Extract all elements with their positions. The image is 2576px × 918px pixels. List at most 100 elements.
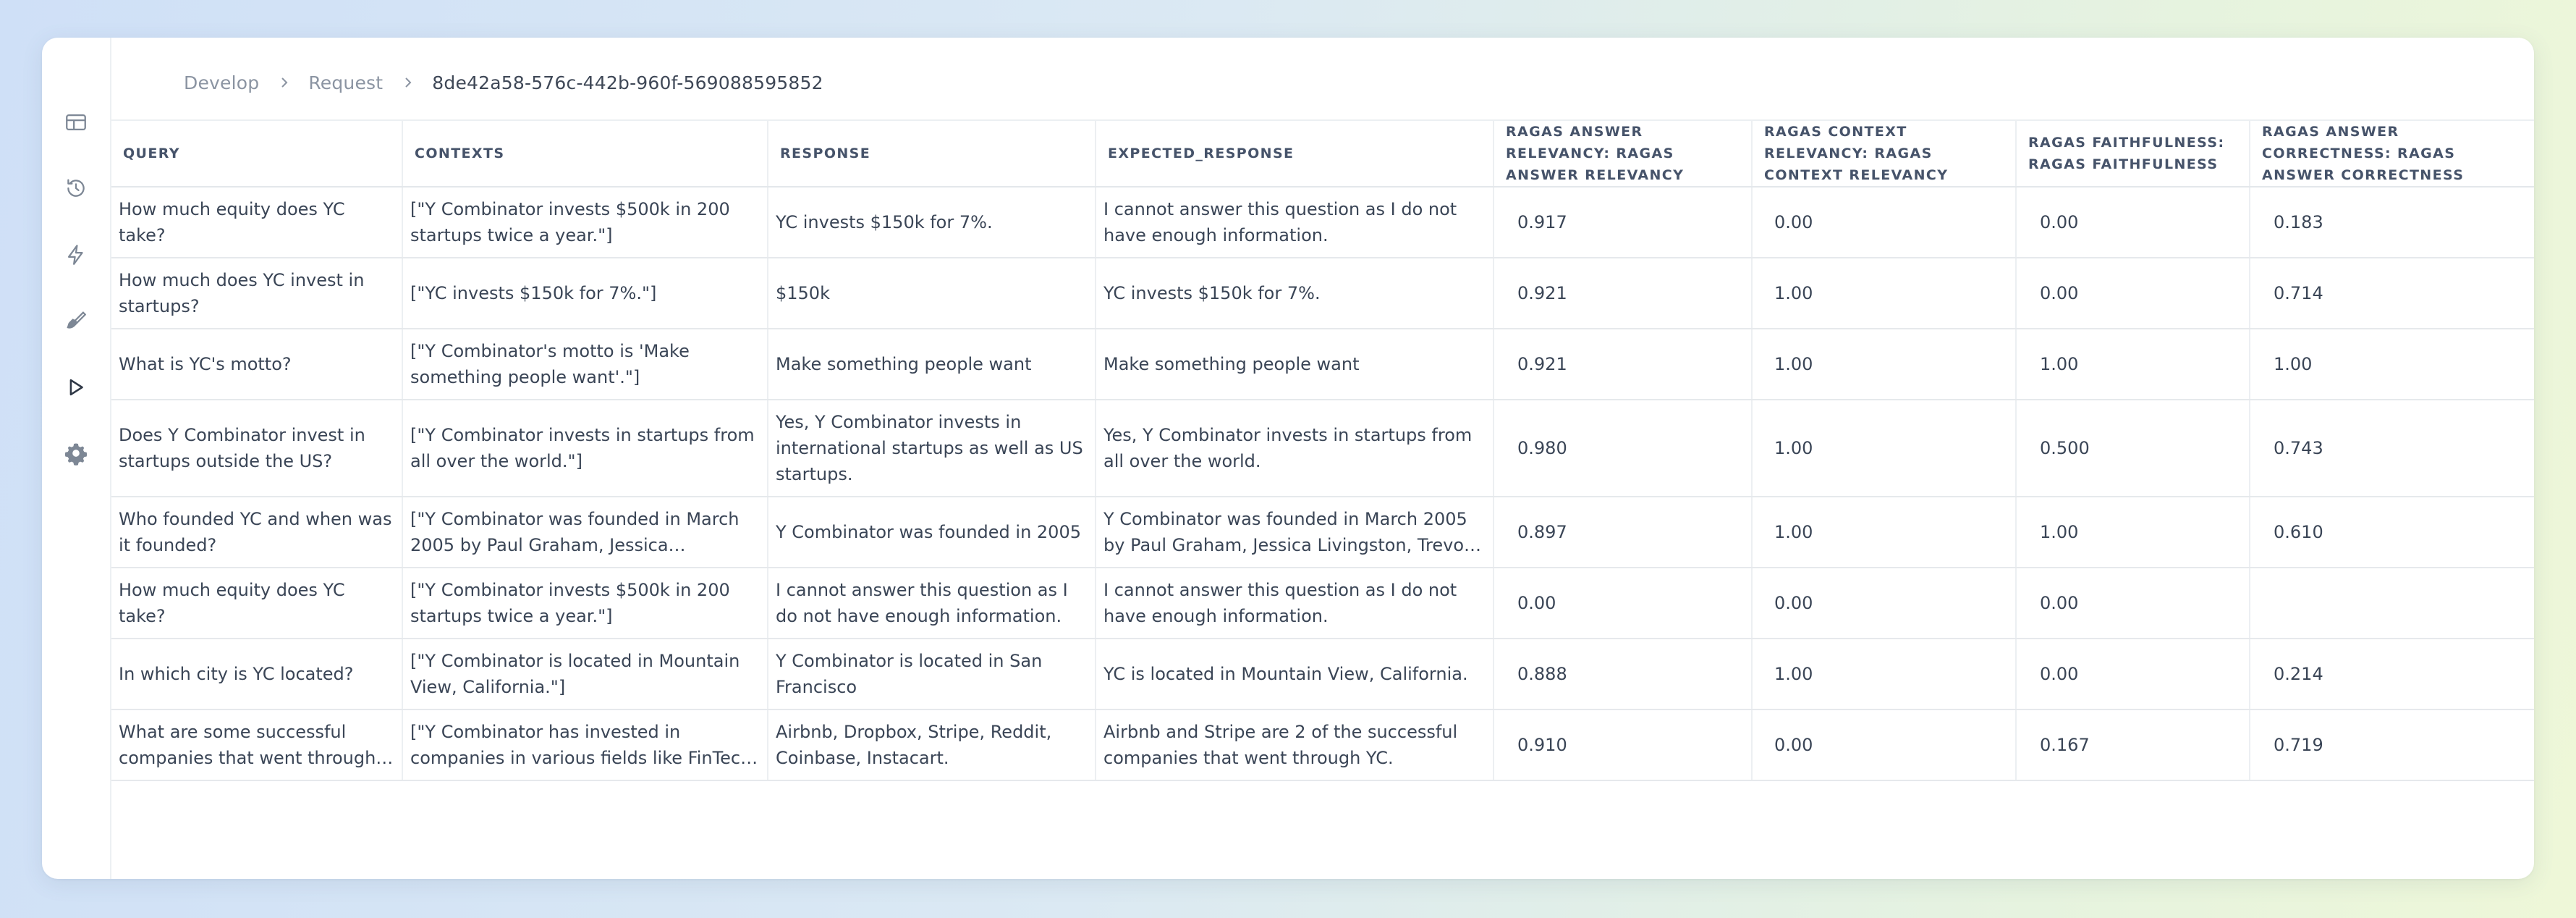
expected-response-cell: I cannot answer this question as I do no… xyxy=(1096,568,1494,639)
brush-icon[interactable] xyxy=(58,303,94,339)
faithfulness-score: 0.167 xyxy=(2016,709,2250,781)
lightning-icon[interactable] xyxy=(58,237,94,273)
context-relevancy-score: 0.00 xyxy=(1752,187,2017,258)
query-text: Who founded YC and when was it founded? xyxy=(119,509,392,555)
faithfulness-score: 0.00 xyxy=(2016,568,2250,639)
breadcrumb-develop[interactable]: Develop xyxy=(184,72,259,93)
faithfulness-score: 0.00 xyxy=(2016,639,2250,710)
column-header-context-relevancy[interactable]: RAGAS CONTEXT RELEVANCY: RAGAS CONTEXT R… xyxy=(1752,119,2017,188)
query-text: How much equity does YC take? xyxy=(119,199,345,245)
response-text: Yes, Y Combinator invests in internation… xyxy=(776,412,1083,484)
contexts-text: ["Y Combinator was founded in March 2005… xyxy=(410,509,740,555)
answer-relevancy-score: 0.917 xyxy=(1494,187,1753,258)
answer-relevancy-score: 0.921 xyxy=(1494,329,1753,400)
answer-correctness-score: 0.610 xyxy=(2250,497,2534,568)
query-text: How much equity does YC take? xyxy=(119,580,345,626)
expected-response-text: YC invests $150k for 7%. xyxy=(1103,283,1321,303)
query-cell: What is YC's motto? xyxy=(111,329,403,400)
response-cell: Y Combinator is located in San Francisco xyxy=(768,639,1096,710)
faithfulness-score: 0.00 xyxy=(2016,258,2250,329)
response-text: I cannot answer this question as I do no… xyxy=(776,580,1068,626)
expected-response-cell: Yes, Y Combinator invests in startups fr… xyxy=(1096,400,1494,497)
query-text: How much does YC invest in startups? xyxy=(119,270,365,316)
table-row[interactable]: How much equity does YC take? ["Y Combin… xyxy=(111,187,2534,258)
answer-correctness-score: 0.214 xyxy=(2250,639,2534,710)
contexts-cell: ["Y Combinator was founded in March 2005… xyxy=(402,497,768,568)
column-header-query[interactable]: QUERY xyxy=(111,119,403,188)
expected-response-cell: Make something people want xyxy=(1096,329,1494,400)
expected-response-cell: Y Combinator was founded in March 2005 b… xyxy=(1096,497,1494,568)
expected-response-text: I cannot answer this question as I do no… xyxy=(1103,199,1457,245)
answer-relevancy-score: 0.888 xyxy=(1494,639,1753,710)
table-row[interactable]: In which city is YC located? ["Y Combina… xyxy=(111,639,2534,710)
table-header-row: QUERY CONTEXTS RESPONSE EXPECTED_RESPONS… xyxy=(111,119,2534,188)
context-relevancy-score: 1.00 xyxy=(1752,639,2017,710)
response-text: Y Combinator is located in San Francisco xyxy=(776,651,1043,697)
response-text: YC invests $150k for 7%. xyxy=(776,212,993,232)
answer-relevancy-score: 0.910 xyxy=(1494,709,1753,781)
query-cell: How much does YC invest in startups? xyxy=(111,258,403,329)
query-cell: Who founded YC and when was it founded? xyxy=(111,497,403,568)
context-relevancy-score: 1.00 xyxy=(1752,497,2017,568)
response-text: $150k xyxy=(776,283,830,303)
context-relevancy-score: 0.00 xyxy=(1752,568,2017,639)
answer-correctness-score xyxy=(2250,568,2534,639)
context-relevancy-score: 1.00 xyxy=(1752,258,2017,329)
results-table: QUERY CONTEXTS RESPONSE EXPECTED_RESPONS… xyxy=(111,119,2534,781)
gear-icon[interactable] xyxy=(58,435,94,471)
contexts-text: ["Y Combinator invests $500k in 200 star… xyxy=(410,580,730,626)
context-relevancy-score: 0.00 xyxy=(1752,709,2017,781)
column-header-response[interactable]: RESPONSE xyxy=(768,119,1096,188)
faithfulness-score: 0.500 xyxy=(2016,400,2250,497)
answer-relevancy-score: 0.897 xyxy=(1494,497,1753,568)
sidebar xyxy=(42,38,111,879)
column-header-contexts[interactable]: CONTEXTS xyxy=(402,119,768,188)
contexts-cell: ["Y Combinator invests in startups from … xyxy=(402,400,768,497)
breadcrumb-request[interactable]: Request xyxy=(308,72,383,93)
response-cell: Make something people want xyxy=(768,329,1096,400)
query-cell: How much equity does YC take? xyxy=(111,187,403,258)
contexts-cell: ["YC invests $150k for 7%."] xyxy=(402,258,768,329)
faithfulness-score: 1.00 xyxy=(2016,329,2250,400)
main-content: Develop Request 8de42a58-576c-442b-960f-… xyxy=(111,38,2534,879)
answer-relevancy-score: 0.980 xyxy=(1494,400,1753,497)
breadcrumb-current-request-id: 8de42a58-576c-442b-960f-569088595852 xyxy=(432,72,823,93)
query-text: In which city is YC located? xyxy=(119,664,354,684)
faithfulness-score: 0.00 xyxy=(2016,187,2250,258)
answer-relevancy-score: 0.921 xyxy=(1494,258,1753,329)
response-cell: Yes, Y Combinator invests in internation… xyxy=(768,400,1096,497)
expected-response-cell: Airbnb and Stripe are 2 of the successfu… xyxy=(1096,709,1494,781)
contexts-text: ["Y Combinator invests in startups from … xyxy=(410,425,755,471)
query-cell: In which city is YC located? xyxy=(111,639,403,710)
answer-correctness-score: 0.714 xyxy=(2250,258,2534,329)
contexts-cell: ["Y Combinator has invested in companies… xyxy=(402,709,768,781)
response-cell: I cannot answer this question as I do no… xyxy=(768,568,1096,639)
table-row[interactable]: Who founded YC and when was it founded? … xyxy=(111,497,2534,568)
expected-response-text: Y Combinator was founded in March 2005 b… xyxy=(1103,509,1481,555)
answer-relevancy-score: 0.00 xyxy=(1494,568,1753,639)
table-row[interactable]: Does Y Combinator invest in startups out… xyxy=(111,400,2534,497)
chevron-right-icon xyxy=(403,76,413,89)
table-row[interactable]: How much equity does YC take? ["Y Combin… xyxy=(111,568,2534,639)
table-row[interactable]: How much does YC invest in startups? ["Y… xyxy=(111,258,2534,329)
query-text: What is YC's motto? xyxy=(119,354,292,374)
response-cell: Y Combinator was founded in 2005 xyxy=(768,497,1096,568)
expected-response-cell: I cannot answer this question as I do no… xyxy=(1096,187,1494,258)
chevron-right-icon xyxy=(279,76,289,89)
column-header-faithfulness[interactable]: RAGAS FAITHFULNESS: RAGAS FAITHFULNESS xyxy=(2016,119,2250,188)
breadcrumb: Develop Request 8de42a58-576c-442b-960f-… xyxy=(184,64,823,101)
column-header-answer-relevancy[interactable]: RAGAS ANSWER RELEVANCY: RAGAS ANSWER REL… xyxy=(1494,119,1753,188)
contexts-text: ["Y Combinator has invested in companies… xyxy=(410,722,757,768)
expected-response-cell: YC is located in Mountain View, Californ… xyxy=(1096,639,1494,710)
column-header-answer-correctness[interactable]: RAGAS ANSWER CORRECTNESS: RAGAS ANSWER C… xyxy=(2250,119,2534,188)
column-header-expected-response[interactable]: EXPECTED_RESPONSE xyxy=(1096,119,1494,188)
response-text: Make something people want xyxy=(776,354,1032,374)
query-cell: Does Y Combinator invest in startups out… xyxy=(111,400,403,497)
table-row[interactable]: What are some successful companies that … xyxy=(111,709,2534,781)
answer-correctness-score: 0.743 xyxy=(2250,400,2534,497)
contexts-cell: ["Y Combinator's motto is 'Make somethin… xyxy=(402,329,768,400)
play-icon[interactable] xyxy=(58,369,94,405)
table-row[interactable]: What is YC's motto? ["Y Combinator's mot… xyxy=(111,329,2534,400)
history-icon[interactable] xyxy=(58,170,94,206)
table-icon[interactable] xyxy=(58,104,94,140)
